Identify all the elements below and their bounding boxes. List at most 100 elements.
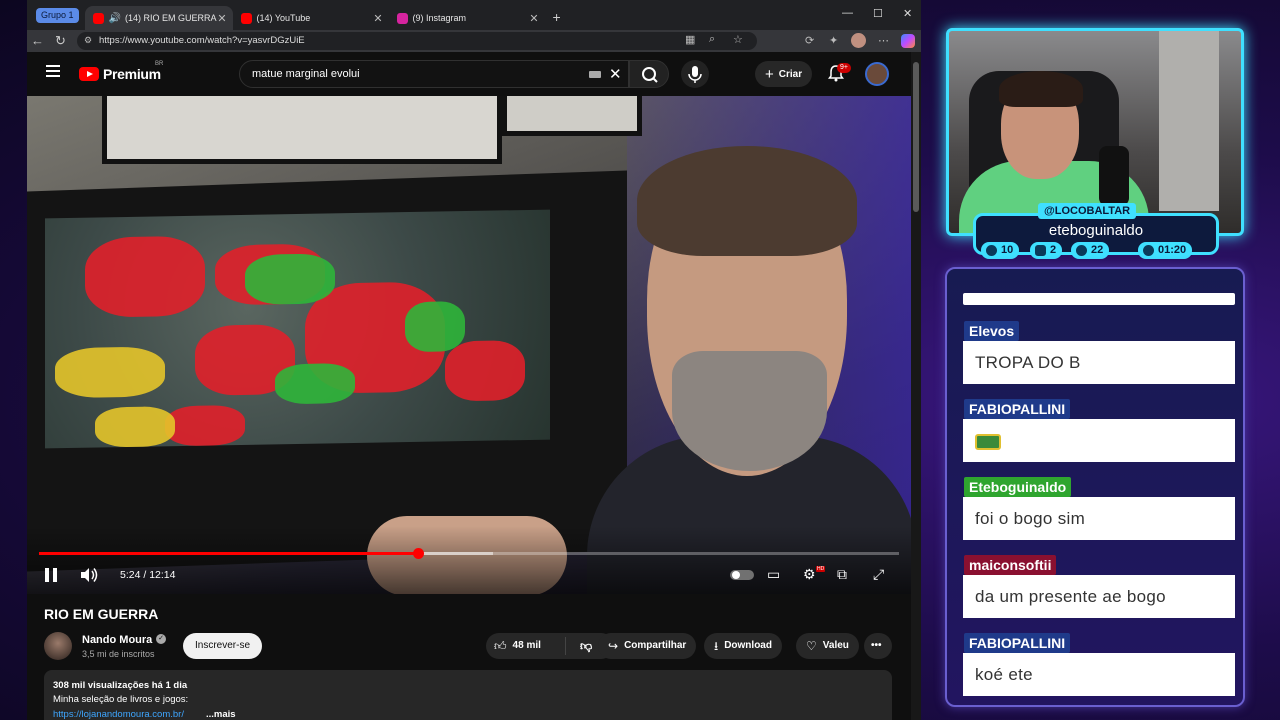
users-icon	[1076, 245, 1087, 256]
webcam-streamer-hair	[999, 71, 1083, 107]
maximize-icon[interactable]: ☐	[873, 7, 883, 20]
pause-button[interactable]	[45, 568, 57, 582]
youtube-logo[interactable]: Premium	[79, 66, 161, 82]
hd-badge: HD	[816, 566, 826, 572]
country-code: BR	[155, 61, 164, 67]
chat-username: FABIOPALLINI	[964, 633, 1071, 653]
autoplay-toggle[interactable]	[730, 570, 754, 580]
notification-badge: 9+	[837, 63, 851, 73]
volume-icon[interactable]	[79, 567, 99, 583]
show-more-link[interactable]: ...mais	[206, 709, 236, 720]
thanks-label: Valeu	[822, 640, 849, 651]
channel-name[interactable]: Nando Moura	[82, 634, 152, 646]
fullscreen-icon[interactable]: ⤢	[873, 566, 884, 583]
subtitles-icon[interactable]: ▭	[767, 566, 780, 583]
chat-message: da um presente ae bogo	[963, 575, 1235, 618]
subscribe-button[interactable]: Inscrever-se	[183, 633, 263, 659]
close-icon[interactable]: ✕	[373, 12, 382, 25]
tab-youtube[interactable]: (14) YouTube ✕	[233, 6, 389, 30]
youtube-header: Premium BR matue marginal evolui ✕ + Cri…	[27, 52, 921, 96]
like-count: 48 mil	[512, 640, 541, 651]
share-label: Compartilhar	[624, 640, 687, 651]
scrollbar-thumb[interactable]	[913, 62, 919, 212]
video-frame-map	[45, 209, 550, 449]
close-icon[interactable]: ✕	[529, 12, 538, 25]
tab-bar: Grupo 1 🔊 (14) RIO EM GUERRA - YouTube ✕…	[27, 0, 921, 30]
chat-message: TROPA DO B	[963, 341, 1235, 384]
chat-message-partial	[963, 293, 1235, 305]
tab-group-chip[interactable]: Grupo 1	[36, 7, 79, 23]
youtube-count-stat: 2	[1030, 242, 1063, 259]
window-close-icon[interactable]: ✕	[903, 7, 912, 20]
description-box[interactable]: 308 mil visualizações há 1 dia Minha sel…	[44, 670, 892, 720]
back-icon[interactable]: ←	[31, 33, 44, 48]
chat-username: FABIOPALLINI	[964, 399, 1071, 419]
minimize-icon[interactable]: —	[842, 7, 853, 19]
page-scrollbar[interactable]	[911, 52, 921, 720]
download-icon: ⭳	[714, 639, 719, 653]
address-bar: ← ↻ ⚙ https://www.youtube.com/watch?v=ya…	[27, 30, 921, 52]
description-link[interactable]: https://lojanandomoura.com.br/	[53, 709, 184, 720]
more-menu-icon[interactable]: ⋯	[878, 34, 889, 47]
microphone-icon	[688, 66, 702, 83]
tab-rio-em-guerra[interactable]: 🔊 (14) RIO EM GUERRA - YouTube ✕	[84, 6, 233, 30]
tab-label: (14) YouTube	[256, 13, 311, 23]
description-text: Minha seleção de livros e jogos:	[53, 694, 189, 705]
thanks-button[interactable]: ♡ Valeu	[796, 633, 859, 659]
search-button[interactable]	[629, 60, 669, 88]
like-dislike-group: 👍︎ 48 mil 👎︎	[486, 633, 614, 659]
copilot-icon[interactable]	[901, 34, 915, 48]
chat-message: koé ete	[963, 653, 1235, 696]
tab-label: (14) RIO EM GUERRA - YouTube	[124, 13, 219, 23]
youtube-favicon-icon	[240, 12, 252, 24]
uptime-stat: 01:20	[1138, 242, 1193, 259]
site-info-icon[interactable]: ⚙	[84, 35, 92, 46]
profile-avatar[interactable]	[851, 33, 866, 48]
sync-icon[interactable]: ⟳	[805, 34, 814, 47]
zoom-icon[interactable]: ⌕	[709, 33, 715, 46]
dislike-button[interactable]: 👎︎	[566, 633, 592, 659]
streamer-handle: @LOCOBALTAR	[1038, 203, 1137, 219]
create-button[interactable]: + Criar	[755, 61, 813, 87]
url-field[interactable]: ⚙ https://www.youtube.com/watch?v=yasvrD…	[77, 32, 757, 50]
more-actions-button[interactable]: •••	[864, 633, 892, 659]
webcam-microphone	[1099, 146, 1129, 206]
chat-icon	[986, 245, 997, 256]
share-arrow-icon: ↪	[608, 639, 619, 653]
browser-window: Grupo 1 🔊 (14) RIO EM GUERRA - YouTube ✕…	[27, 0, 921, 720]
search-query: matue marginal evolui	[252, 68, 360, 80]
emote-icon	[975, 433, 1001, 450]
video-player[interactable]: 5:24 / 12:14 ▭ ⚙ HD ⧉ ⤢	[27, 96, 911, 594]
reload-icon[interactable]: ↻	[55, 33, 66, 49]
webcam-background-door	[1159, 31, 1219, 211]
search-input[interactable]: matue marginal evolui ✕	[239, 60, 629, 88]
settings-gear-icon[interactable]: ⚙	[803, 566, 816, 583]
like-button[interactable]: 👍︎ 48 mil	[486, 637, 566, 655]
views-and-date: 308 mil visualizações há 1 dia	[53, 680, 188, 691]
clock-icon	[1143, 245, 1154, 256]
chat-panel: Elevos TROPA DO B FABIOPALLINI Eteboguin…	[945, 267, 1245, 707]
apps-icon[interactable]: ▦	[685, 33, 695, 46]
create-label: Criar	[778, 68, 803, 80]
close-icon[interactable]: ✕	[217, 12, 226, 25]
account-avatar[interactable]	[865, 62, 889, 86]
more-dots-icon: •••	[871, 640, 882, 651]
miniplayer-icon[interactable]: ⧉	[837, 566, 847, 583]
verified-check-icon: ✓	[156, 634, 166, 644]
clear-search-icon[interactable]: ✕	[609, 65, 622, 83]
new-tab-icon[interactable]: +	[553, 9, 561, 25]
video-frame-picture	[502, 96, 642, 136]
download-button[interactable]: ⭳ Download	[704, 633, 782, 659]
keyboard-icon[interactable]	[589, 71, 601, 78]
viewers-stat: 22	[1071, 242, 1110, 259]
bookmark-star-icon[interactable]: ☆	[733, 33, 743, 46]
voice-search-button[interactable]	[681, 60, 709, 88]
channel-avatar[interactable]	[44, 632, 72, 660]
extensions-icon[interactable]: ✦	[829, 34, 838, 47]
progress-bar[interactable]	[39, 548, 899, 559]
chat-username: Elevos	[964, 321, 1020, 341]
hamburger-menu-icon[interactable]	[46, 65, 60, 77]
youtube-play-icon	[79, 67, 99, 81]
share-button[interactable]: ↪ Compartilhar	[598, 633, 697, 659]
tab-instagram[interactable]: (9) Instagram ✕	[389, 6, 545, 30]
